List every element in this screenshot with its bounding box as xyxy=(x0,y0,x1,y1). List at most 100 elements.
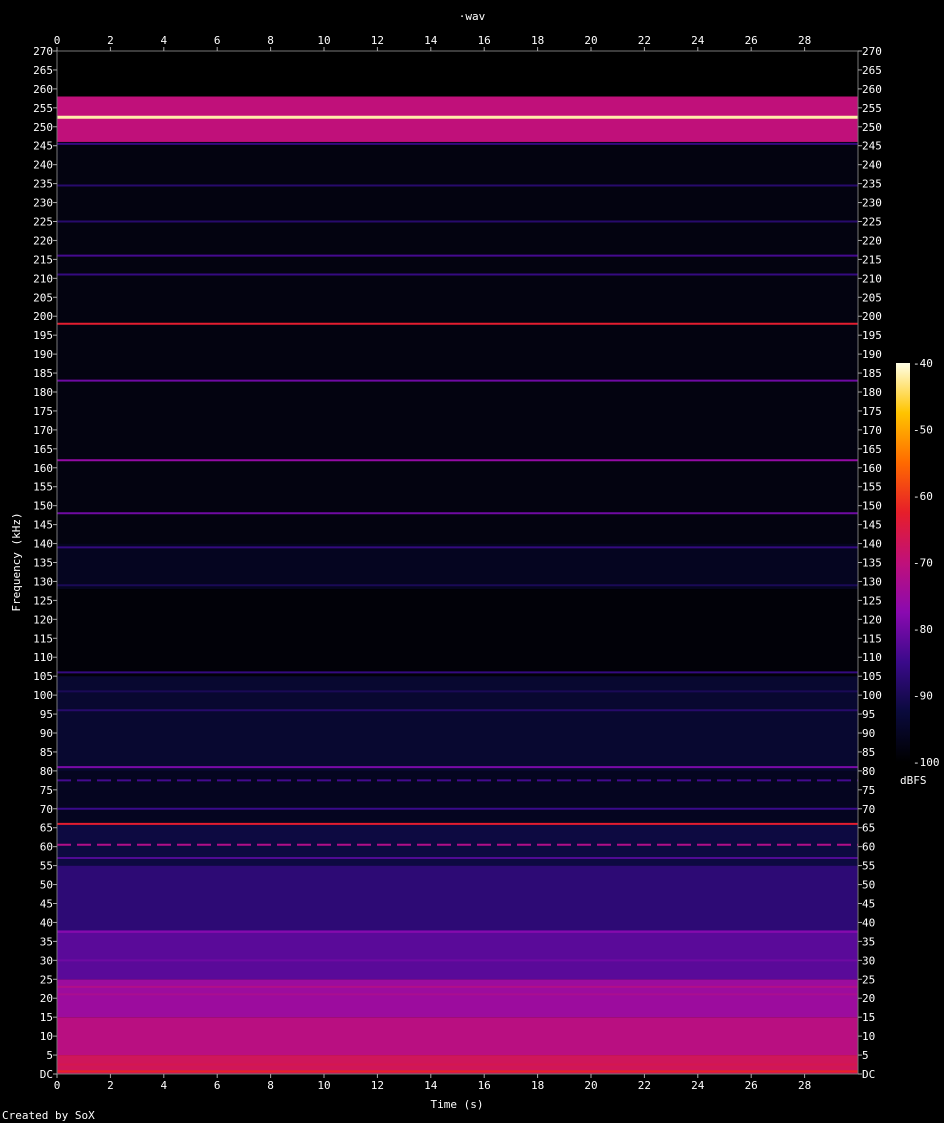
y-tick-label-left-235: 235 xyxy=(33,178,53,191)
colorbar-ticks: -40 -50 -60 -70 -80 -90 -100 xyxy=(913,357,940,769)
y-tick-label-left-90: 90 xyxy=(40,727,53,740)
y-tick-label-left-105: 105 xyxy=(33,670,53,683)
y-tick-label-left-255: 255 xyxy=(33,102,53,115)
y-tick-label-right-115: 115 xyxy=(862,632,882,645)
y-tick-label-left-260: 260 xyxy=(33,83,53,96)
x-tick-label-top-18: 18 xyxy=(531,34,544,47)
y-tick-label-left-50: 50 xyxy=(40,879,53,892)
y-tick-label-right-160: 160 xyxy=(862,462,882,475)
y-tick-label-right-15: 15 xyxy=(862,1011,875,1024)
x-tick-label-bottom-26: 26 xyxy=(745,1079,758,1092)
y-tick-label-right-270: 270 xyxy=(862,45,882,58)
y-tick-label-left-40: 40 xyxy=(40,916,53,929)
y-tick-label-right-30: 30 xyxy=(862,954,875,967)
y-tick-label-left-225: 225 xyxy=(33,216,53,229)
y-tick-label-left-195: 195 xyxy=(33,329,53,342)
y-tick-label-left-10: 10 xyxy=(40,1030,53,1043)
y-tick-label-left-130: 130 xyxy=(33,575,53,588)
y-tick-label-left-30: 30 xyxy=(40,954,53,967)
y-tick-label-left-210: 210 xyxy=(33,272,53,285)
x-tick-label-bottom-0: 0 xyxy=(54,1079,61,1092)
x-tick-label-top-22: 22 xyxy=(638,34,651,47)
x-tick-label-bottom-14: 14 xyxy=(424,1079,438,1092)
x-tick-label-bottom-10: 10 xyxy=(317,1079,330,1092)
y-tick-label-left-120: 120 xyxy=(33,613,53,626)
y-tick-label-left-95: 95 xyxy=(40,708,53,721)
x-tick-label-bottom-12: 12 xyxy=(371,1079,384,1092)
y-tick-label-right-195: 195 xyxy=(862,329,882,342)
y-tick-label-right-155: 155 xyxy=(862,481,882,494)
y-tick-label-left-245: 245 xyxy=(33,140,53,153)
y-tick-label-right-70: 70 xyxy=(862,803,875,816)
y-tick-label-right-140: 140 xyxy=(862,538,882,551)
noise-band-6 xyxy=(57,770,858,824)
x-tick-label-bottom-24: 24 xyxy=(691,1079,705,1092)
noise-band-9 xyxy=(57,543,858,590)
y-tick-label-right-205: 205 xyxy=(862,291,882,304)
y-tick-label-right-5: 5 xyxy=(862,1049,869,1062)
x-tick-label-bottom-22: 22 xyxy=(638,1079,651,1092)
colorbar-tick--60: -60 xyxy=(913,490,933,503)
y-tick-label-left-180: 180 xyxy=(33,386,53,399)
spectrogram-chart: ·wav 00224466881010121214141616181820202… xyxy=(2,10,940,1122)
x-tick-label-bottom-2: 2 xyxy=(107,1079,114,1092)
y-tick-label-left-65: 65 xyxy=(40,822,53,835)
y-tick-label-right-85: 85 xyxy=(862,746,875,759)
y-tick-label-right-40: 40 xyxy=(862,916,875,929)
x-tick-label-top-26: 26 xyxy=(745,34,758,47)
y-tick-label-right-20: 20 xyxy=(862,992,875,1005)
y-tick-label-right-225: 225 xyxy=(862,216,882,229)
x-tick-label-top-14: 14 xyxy=(424,34,438,47)
y-tick-label-right-50: 50 xyxy=(862,879,875,892)
y-tick-label-left-240: 240 xyxy=(33,159,53,172)
y-tick-label-left-250: 250 xyxy=(33,121,53,134)
y-tick-label-right-215: 215 xyxy=(862,253,882,266)
y-tick-label-right-180: 180 xyxy=(862,386,882,399)
y-tick-label-left-125: 125 xyxy=(33,594,53,607)
y-tick-label-left-155: 155 xyxy=(33,481,53,494)
y-tick-label-left-70: 70 xyxy=(40,803,53,816)
y-tick-label-left-165: 165 xyxy=(33,443,53,456)
y-tick-label-left-0: DC xyxy=(40,1068,53,1081)
y-tick-label-right-255: 255 xyxy=(862,102,882,115)
x-tick-label-top-28: 28 xyxy=(798,34,811,47)
y-tick-label-right-245: 245 xyxy=(862,140,882,153)
x-tick-label-top-10: 10 xyxy=(317,34,330,47)
y-tick-label-right-90: 90 xyxy=(862,727,875,740)
colorbar-tick--100: -100 xyxy=(913,756,940,769)
y-tick-label-right-55: 55 xyxy=(862,860,875,873)
y-tick-label-left-170: 170 xyxy=(33,424,53,437)
y-tick-label-left-160: 160 xyxy=(33,462,53,475)
x-tick-label-bottom-16: 16 xyxy=(478,1079,491,1092)
y-tick-label-right-240: 240 xyxy=(862,159,882,172)
y-tick-label-left-190: 190 xyxy=(33,348,53,361)
y-tick-label-left-80: 80 xyxy=(40,765,53,778)
y-tick-label-right-190: 190 xyxy=(862,348,882,361)
x-tick-label-bottom-6: 6 xyxy=(214,1079,221,1092)
colorbar-tick--80: -80 xyxy=(913,623,933,636)
y-tick-label-right-200: 200 xyxy=(862,310,882,323)
y-tick-label-right-235: 235 xyxy=(862,178,882,191)
y-tick-label-left-60: 60 xyxy=(40,841,53,854)
y-tick-label-left-20: 20 xyxy=(40,992,53,1005)
y-tick-label-right-170: 170 xyxy=(862,424,882,437)
x-tick-label-top-0: 0 xyxy=(54,34,61,47)
x-tick-label-top-16: 16 xyxy=(478,34,491,47)
colorbar-label: dBFS xyxy=(900,774,927,787)
y-tick-label-right-130: 130 xyxy=(862,575,882,588)
y-tick-label-right-165: 165 xyxy=(862,443,882,456)
y-tick-label-right-110: 110 xyxy=(862,651,882,664)
y-tick-label-left-205: 205 xyxy=(33,291,53,304)
y-tick-label-left-145: 145 xyxy=(33,519,53,532)
noise-band-3 xyxy=(57,930,858,980)
y-tick-label-right-185: 185 xyxy=(862,367,882,380)
noise-band-11 xyxy=(57,96,858,142)
y-tick-label-left-45: 45 xyxy=(40,898,53,911)
y-tick-label-right-220: 220 xyxy=(862,234,882,247)
x-tick-label-top-4: 4 xyxy=(160,34,167,47)
y-tick-label-right-35: 35 xyxy=(862,935,875,948)
y-tick-label-right-120: 120 xyxy=(862,613,882,626)
y-tick-label-right-60: 60 xyxy=(862,841,875,854)
y-tick-label-right-145: 145 xyxy=(862,519,882,532)
x-tick-label-top-12: 12 xyxy=(371,34,384,47)
